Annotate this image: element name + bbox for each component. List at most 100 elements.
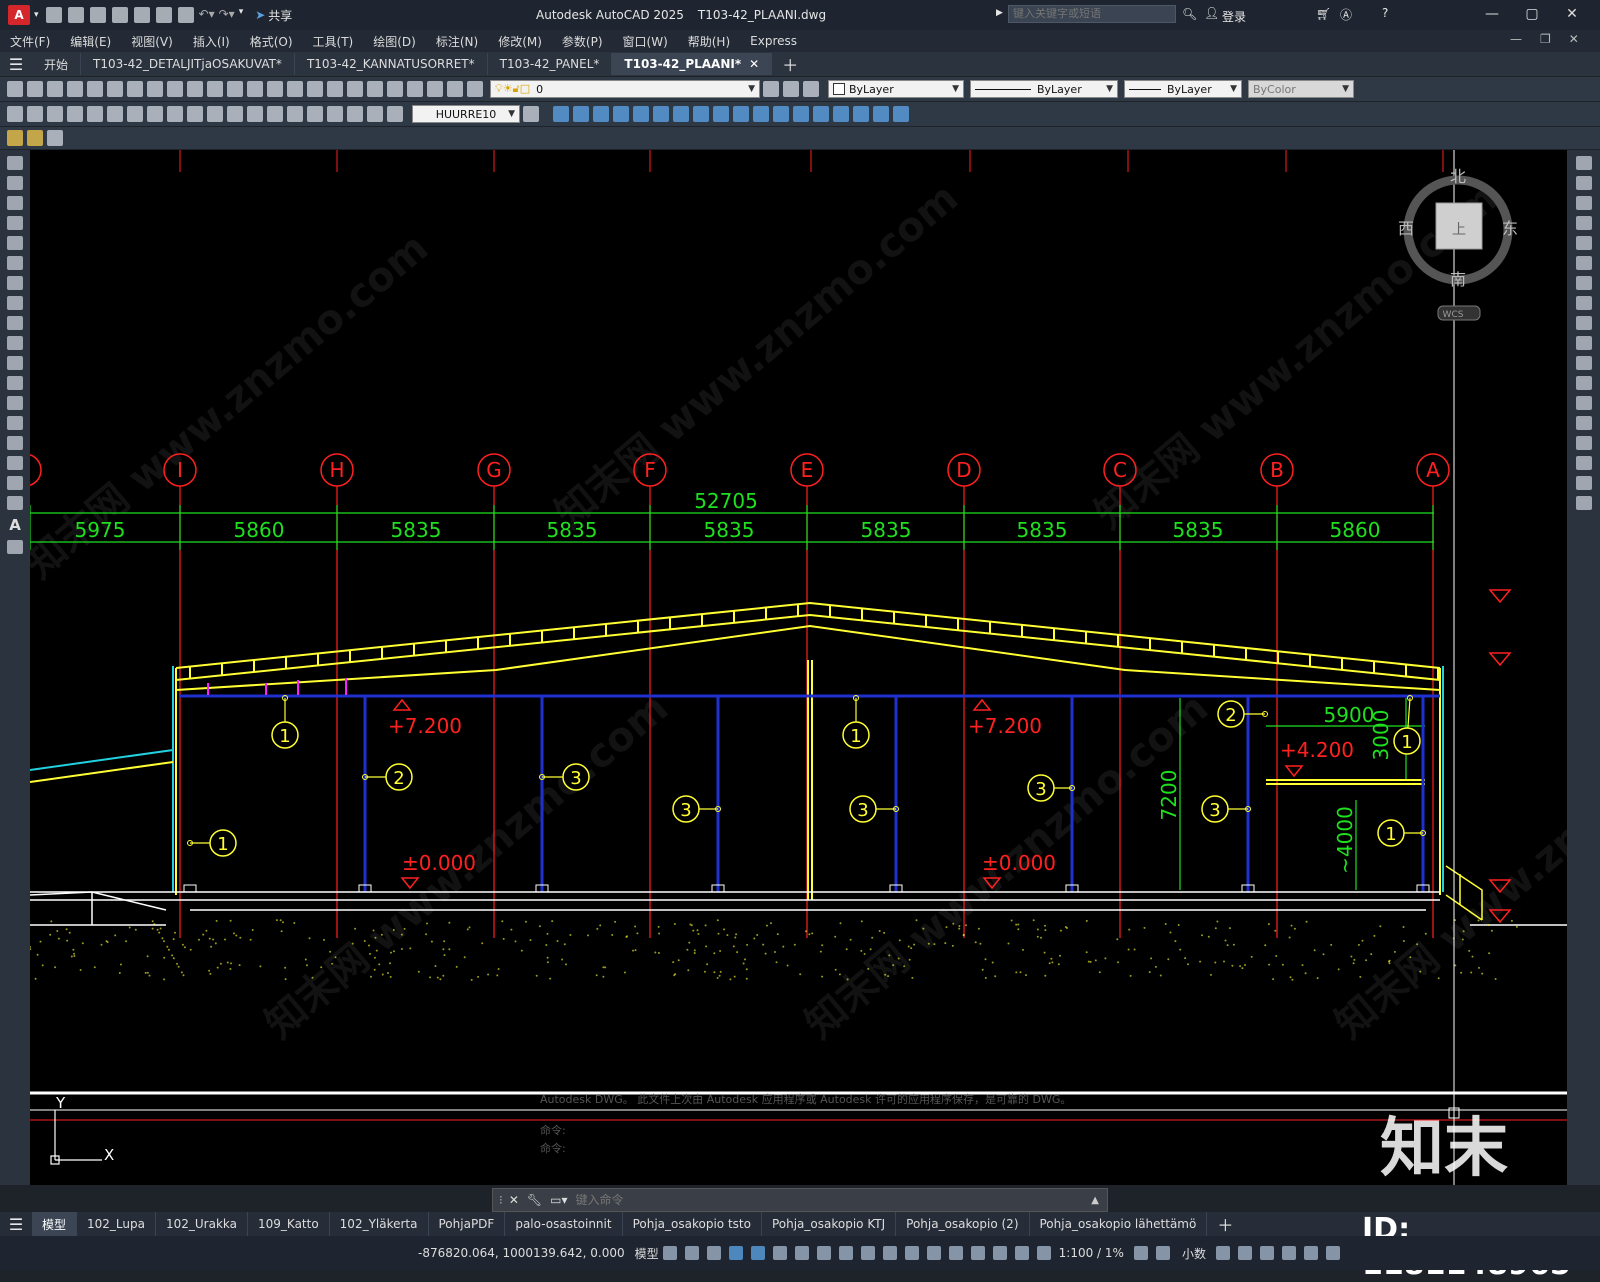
dim-baseline-icon[interactable] xyxy=(187,106,203,122)
search-chevron-icon[interactable]: ▶ xyxy=(996,8,1003,18)
share-button[interactable]: 共享 xyxy=(268,7,292,24)
dynamic-ucs-icon[interactable] xyxy=(948,1246,963,1260)
layout-tab[interactable]: 102_Lupa xyxy=(77,1212,156,1236)
express-tool-icon[interactable] xyxy=(7,130,23,146)
zoom-window-icon[interactable] xyxy=(287,81,303,97)
new-layout-icon[interactable]: ＋ xyxy=(1217,1212,1233,1236)
saveas-icon[interactable] xyxy=(111,7,128,23)
annotation-visibility-icon[interactable] xyxy=(1014,1246,1029,1260)
dim-space-icon[interactable] xyxy=(227,106,243,122)
break-icon[interactable] xyxy=(1575,396,1592,410)
layout-tab[interactable]: Pohja_osakopio tsto xyxy=(623,1212,762,1236)
close-command-icon[interactable]: ✕ xyxy=(509,1193,519,1207)
login-button[interactable]: 登录 xyxy=(1222,8,1246,25)
close-tab-icon[interactable]: ✕ xyxy=(749,57,759,71)
scale-icon[interactable] xyxy=(1575,296,1592,310)
stretch-icon[interactable] xyxy=(1575,316,1592,330)
cut-icon[interactable] xyxy=(127,81,143,97)
lineweight-dropdown[interactable]: ByLayer ▼ xyxy=(1124,80,1242,98)
array-icon[interactable] xyxy=(1575,236,1592,250)
extend-icon[interactable] xyxy=(1575,356,1592,370)
menu-item[interactable]: 标注(N) xyxy=(426,33,488,50)
layer-previous-icon[interactable] xyxy=(783,81,799,97)
redo-tool-icon[interactable] xyxy=(227,81,243,97)
menu-item[interactable]: 帮助(H) xyxy=(678,33,740,50)
undo-icon[interactable]: ↶▾ xyxy=(199,7,215,23)
properties-icon[interactable] xyxy=(327,81,343,97)
file-tab[interactable]: T103-42_KANNATUSORRET* xyxy=(295,53,488,75)
layer-state-icon[interactable] xyxy=(803,81,819,97)
tool-3d-icon[interactable] xyxy=(593,106,609,122)
dim-radius-icon[interactable] xyxy=(87,106,103,122)
plotstyle-dropdown[interactable]: ByColor ▼ xyxy=(1248,80,1354,98)
offset-icon[interactable] xyxy=(1575,216,1592,230)
autocad-logo-icon[interactable]: A xyxy=(8,5,30,25)
tool-3d-icon[interactable] xyxy=(853,106,869,122)
menu-item[interactable]: 视图(V) xyxy=(121,33,183,50)
paste-icon[interactable] xyxy=(167,81,183,97)
undo-tool-icon[interactable] xyxy=(207,81,223,97)
erase-icon[interactable] xyxy=(1575,156,1592,170)
zoom-realtime-icon[interactable] xyxy=(267,81,283,97)
dim-diameter-icon[interactable] xyxy=(127,106,143,122)
qnew-icon[interactable] xyxy=(7,81,23,97)
tool-3d-icon[interactable] xyxy=(733,106,749,122)
inspection-icon[interactable] xyxy=(307,106,323,122)
user-icon[interactable]: 👤︎ xyxy=(1204,6,1219,20)
move-icon[interactable] xyxy=(1575,256,1592,270)
xline-icon[interactable] xyxy=(7,176,23,190)
wcs-label[interactable]: WCS xyxy=(1443,310,1464,320)
hatch-icon[interactable] xyxy=(7,436,23,450)
save-icon[interactable] xyxy=(89,7,106,23)
polar-icon[interactable] xyxy=(772,1246,787,1260)
layout-tab[interactable]: 102_Yläkerta xyxy=(330,1212,429,1236)
gradient-icon[interactable] xyxy=(7,456,23,470)
tolerance-icon[interactable] xyxy=(267,106,283,122)
viewcube-west[interactable]: 西 xyxy=(1398,219,1414,238)
isolate-objects-icon[interactable] xyxy=(1259,1246,1274,1260)
command-line[interactable]: ⁝ ✕ 🔧︎ ▭▾ ▲ xyxy=(492,1188,1108,1212)
menu-item[interactable]: 修改(M) xyxy=(488,33,552,50)
tool-3d-icon[interactable] xyxy=(833,106,849,122)
command-input[interactable] xyxy=(573,1190,1092,1210)
plot-icon[interactable] xyxy=(177,7,194,23)
toolpalettes-icon[interactable] xyxy=(367,81,383,97)
clean-screen-icon[interactable] xyxy=(1303,1246,1318,1260)
object-snap-tracking-icon[interactable] xyxy=(816,1246,831,1260)
isodraft-icon[interactable] xyxy=(794,1246,809,1260)
model-space-canvas[interactable]: 知末网 www.znzmo.com 知末网 www.znzmo.com 知末网 … xyxy=(30,150,1567,1185)
linetype-dropdown[interactable]: ByLayer ▼ xyxy=(970,80,1118,98)
spline-icon[interactable] xyxy=(7,316,23,330)
menu-item[interactable]: 绘图(D) xyxy=(363,33,426,50)
layout-tab[interactable]: Pohja_osakopio (2) xyxy=(896,1212,1030,1236)
command-grip-icon[interactable]: ⁝ xyxy=(499,1193,503,1207)
layer-dropdown[interactable]: 💡︎☀︎🔓︎□ 0 ▼ xyxy=(490,80,760,98)
start-tab[interactable]: 开始 xyxy=(32,53,82,75)
layout-menu-icon[interactable]: ☰ xyxy=(0,1215,32,1234)
dim-edit-icon[interactable] xyxy=(347,106,363,122)
dim-arc-icon[interactable] xyxy=(47,106,63,122)
coordinates-readout[interactable]: -876820.064, 1000139.642, 0.000 xyxy=(418,1246,625,1260)
transparency-icon[interactable] xyxy=(882,1246,897,1260)
polygon-icon[interactable] xyxy=(7,216,23,230)
ellipse-icon[interactable] xyxy=(7,336,23,350)
blend-icon[interactable] xyxy=(1575,476,1592,490)
tool-3d-icon[interactable] xyxy=(653,106,669,122)
jogged-linear-icon[interactable] xyxy=(327,106,343,122)
workspace-gear-icon[interactable] xyxy=(1133,1246,1148,1260)
selection-filter-icon[interactable] xyxy=(970,1246,985,1260)
search-icon[interactable]: 🔍︎ xyxy=(1182,7,1197,21)
help-tool-icon[interactable] xyxy=(447,81,463,97)
mtext-icon[interactable]: A xyxy=(0,516,30,534)
dim-break-icon[interactable] xyxy=(247,106,263,122)
rotate-icon[interactable] xyxy=(1575,276,1592,290)
tool-3d-icon[interactable] xyxy=(713,106,729,122)
rectangle-icon[interactable] xyxy=(7,236,23,250)
menu-item[interactable]: 格式(O) xyxy=(240,33,303,50)
dim-jogged-icon[interactable] xyxy=(107,106,123,122)
layout-tab[interactable]: 109_Katto xyxy=(248,1212,330,1236)
center-mark-icon[interactable] xyxy=(287,106,303,122)
infer-constraints-icon[interactable] xyxy=(706,1246,721,1260)
layout-tab[interactable]: 102_Urakka xyxy=(156,1212,248,1236)
copy-object-icon[interactable] xyxy=(1575,176,1592,190)
